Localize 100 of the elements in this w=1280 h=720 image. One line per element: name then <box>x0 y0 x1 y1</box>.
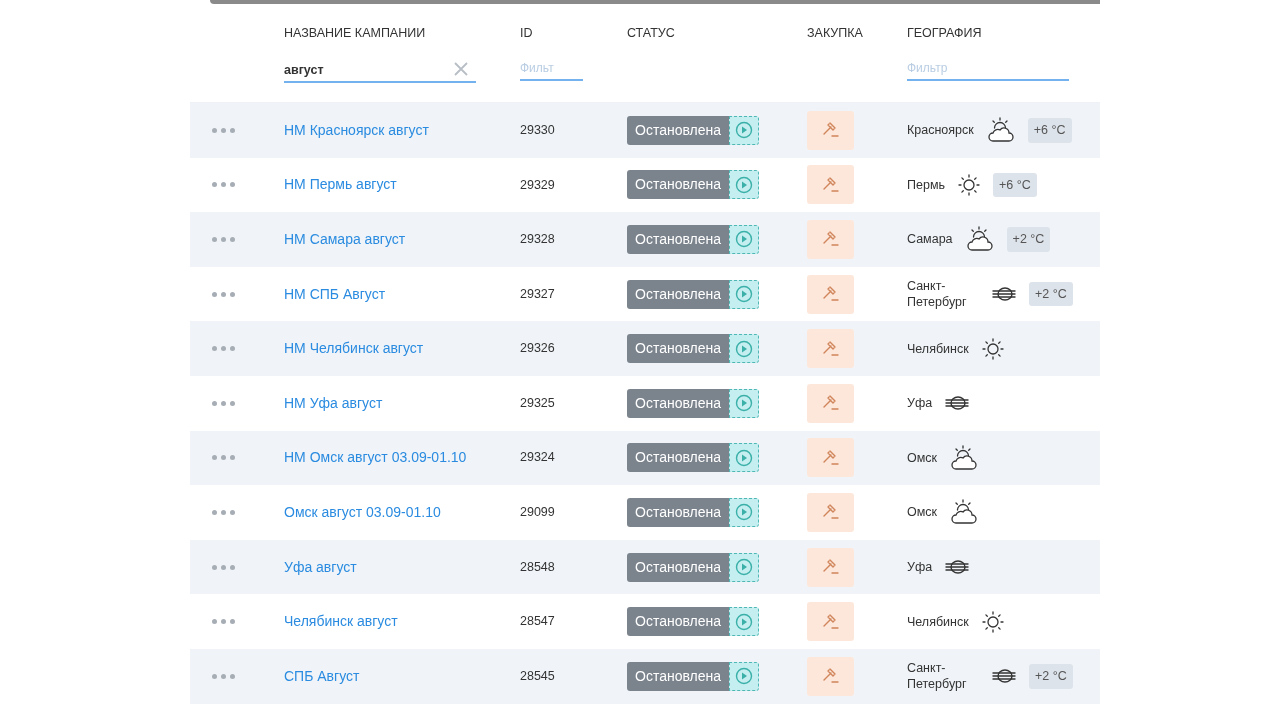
id-text: 29099 <box>520 504 555 522</box>
id-text: 29330 <box>520 121 555 139</box>
play-icon <box>735 339 754 358</box>
cloud-sun-icon <box>949 443 980 472</box>
campaign-link[interactable]: НМ Уфа август <box>284 392 383 414</box>
purchase-button[interactable] <box>807 110 854 150</box>
fog-icon <box>944 394 971 413</box>
campaign-link[interactable]: НМ Омск август 03.09-01.10 <box>284 447 467 469</box>
campaign-link[interactable]: НМ Пермь август <box>284 174 397 196</box>
id-text: 29329 <box>520 176 555 194</box>
more-button[interactable] <box>212 346 235 352</box>
purchase-button[interactable] <box>807 274 854 314</box>
purchase-button[interactable] <box>807 492 854 532</box>
play-button[interactable] <box>729 225 760 254</box>
more-button[interactable] <box>212 400 235 406</box>
temperature-badge: +6 °C <box>1027 117 1072 143</box>
status-badge: Остановлена <box>627 225 730 254</box>
purchase-button[interactable] <box>807 602 854 642</box>
campaign-link[interactable]: Уфа август <box>284 556 357 578</box>
status-badge: Остановлена <box>627 279 730 309</box>
id-text: 28545 <box>520 667 555 685</box>
campaign-link[interactable]: НМ Красноярск август <box>284 119 429 141</box>
purchase-button[interactable] <box>807 220 854 259</box>
more-button[interactable] <box>212 673 235 679</box>
cloud-sun-icon <box>949 498 980 527</box>
id-filter-field[interactable]: Фильт <box>520 56 583 81</box>
temperature-badge: +2 °C <box>1006 227 1051 252</box>
status-badge: Остановлена <box>627 443 730 473</box>
more-button[interactable] <box>212 127 235 133</box>
fog-icon <box>991 667 1017 686</box>
play-button[interactable] <box>729 443 760 473</box>
play-button[interactable] <box>729 279 760 309</box>
play-button[interactable] <box>729 334 760 364</box>
purchase-button[interactable] <box>807 547 854 587</box>
sun-icon <box>980 609 1005 634</box>
column-header: НАЗВАНИЕ КАМПАНИИ <box>284 25 426 42</box>
play-icon <box>735 503 754 522</box>
city-text: Уфа <box>907 395 933 412</box>
status-badge: Остановлена <box>627 170 730 200</box>
campaign-link[interactable]: НМ Самара август <box>284 229 406 250</box>
clear-icon[interactable] <box>454 61 468 76</box>
city-text: Пермь <box>907 176 945 193</box>
campaign-link[interactable]: НМ Челябинск август <box>284 338 424 360</box>
city-text: Санкт-Петербург <box>907 660 968 693</box>
campaign-link[interactable]: НМ СПБ Август <box>284 283 386 305</box>
play-icon <box>735 448 754 467</box>
play-button[interactable] <box>729 497 760 527</box>
play-icon <box>735 285 754 304</box>
id-text: 28548 <box>520 558 555 576</box>
campaign-link[interactable]: Челябинск август <box>284 611 398 633</box>
id-text: 29327 <box>520 285 555 303</box>
more-button[interactable] <box>212 509 235 515</box>
status-badge: Остановлена <box>627 607 730 637</box>
fog-icon <box>991 285 1017 304</box>
play-icon <box>735 121 754 140</box>
more-button[interactable] <box>212 564 235 570</box>
play-icon <box>735 175 754 194</box>
purchase-button[interactable] <box>807 656 854 696</box>
column-header: СТАТУС <box>627 25 675 42</box>
play-button[interactable] <box>729 388 760 418</box>
play-icon <box>735 230 754 249</box>
city-text: Самара <box>907 231 953 248</box>
name-filter-field[interactable]: август <box>284 58 476 83</box>
campaign-link[interactable]: Омск август 03.09-01.10 <box>284 501 441 523</box>
more-button[interactable] <box>212 291 235 297</box>
campaign-link[interactable]: СПБ Август <box>284 665 360 687</box>
temperature-badge: +2 °C <box>1029 281 1073 307</box>
more-button[interactable] <box>212 182 235 188</box>
column-header: ГЕОГРАФИЯ <box>907 25 982 42</box>
id-text: 28547 <box>520 613 555 631</box>
status-badge: Остановлена <box>627 388 730 418</box>
play-button[interactable] <box>729 170 760 200</box>
play-button[interactable] <box>729 661 760 691</box>
cloud-sun-icon <box>964 225 995 254</box>
play-button[interactable] <box>729 552 760 582</box>
more-button[interactable] <box>212 237 235 242</box>
status-badge: Остановлена <box>627 661 730 691</box>
more-button[interactable] <box>212 619 235 625</box>
temperature-badge: +2 °C <box>1029 663 1073 689</box>
play-button[interactable] <box>729 115 760 145</box>
purchase-button[interactable] <box>807 329 854 369</box>
id-text: 29328 <box>520 231 555 249</box>
city-text: Омск <box>907 449 938 466</box>
play-icon <box>735 612 754 631</box>
play-button[interactable] <box>729 607 760 637</box>
play-icon <box>735 667 754 686</box>
city-text: Красноярск <box>907 122 974 139</box>
city-text: Санкт-Петербург <box>907 278 968 311</box>
id-text: 29325 <box>520 394 555 412</box>
status-badge: Остановлена <box>627 115 730 145</box>
purchase-button[interactable] <box>807 383 854 423</box>
status-badge: Остановлена <box>627 497 730 527</box>
geo-filter-field[interactable]: Фильтр <box>907 56 1069 81</box>
sun-icon <box>957 172 981 197</box>
temperature-badge: +6 °C <box>993 172 1037 198</box>
purchase-button[interactable] <box>807 438 854 478</box>
sun-icon <box>980 336 1005 361</box>
purchase-button[interactable] <box>807 165 854 205</box>
status-badge: Остановлена <box>627 334 730 364</box>
more-button[interactable] <box>212 455 235 461</box>
